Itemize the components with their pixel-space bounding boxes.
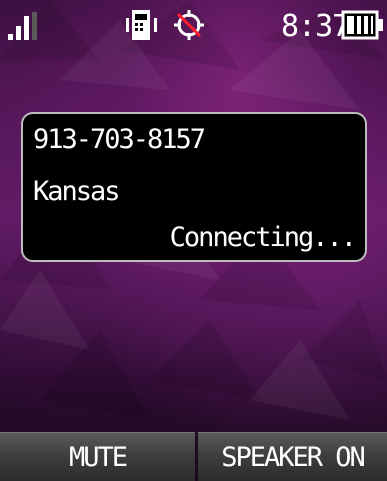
battery-icon [341, 10, 383, 40]
vibrate-mode-icon [126, 10, 157, 40]
mute-softkey[interactable]: MUTE [0, 432, 195, 481]
time-text: 8:37 [281, 9, 350, 44]
call-info-card: 913-703-8157 Kansas Connecting... [21, 112, 367, 262]
speaker-on-softkey-label: SPEAKER ON [221, 441, 366, 473]
caller-number: 913-703-8157 [33, 124, 206, 155]
gps-off-icon [174, 10, 204, 40]
softkey-bar: MUTE SPEAKER ON [0, 432, 387, 481]
mute-softkey-label: MUTE [68, 441, 128, 473]
signal-strength-icon [8, 12, 37, 40]
call-status: Connecting... [169, 222, 357, 253]
caller-location: Kansas [33, 176, 121, 207]
speaker-on-softkey[interactable]: SPEAKER ON [198, 432, 387, 481]
status-bar: 8:37 PM [0, 0, 387, 44]
